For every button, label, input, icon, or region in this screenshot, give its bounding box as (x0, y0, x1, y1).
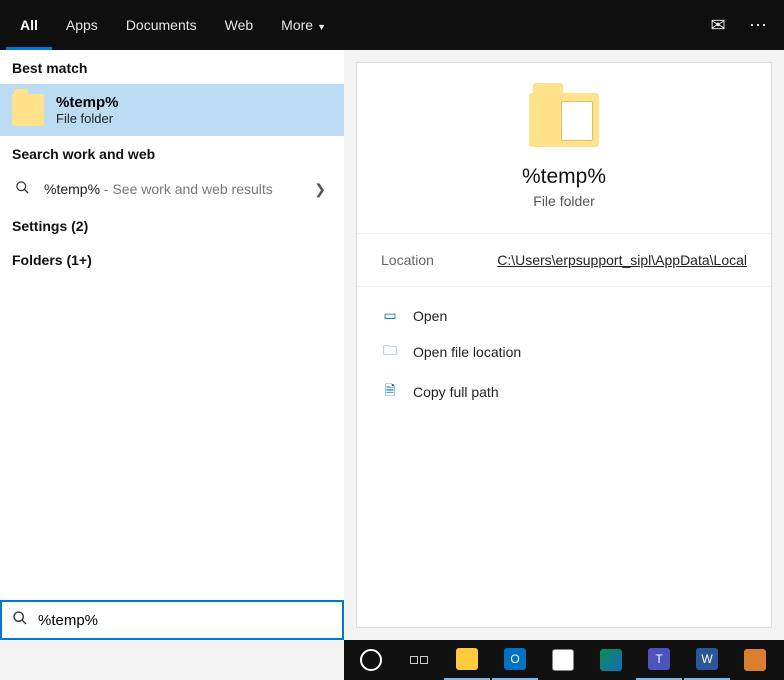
caret-down-icon: ▼ (317, 22, 326, 32)
taskbar-word[interactable]: W (684, 640, 730, 680)
search-results-area: Best match %temp% File folder Search wor… (0, 50, 784, 640)
location-label: Location (381, 252, 434, 268)
outlook-icon: O (504, 648, 526, 670)
best-match-result[interactable]: %temp% File folder (0, 84, 344, 136)
action-copy-path-label: Copy full path (413, 384, 499, 400)
search-box[interactable] (0, 600, 344, 640)
tab-more[interactable]: More ▼ (267, 0, 340, 50)
edge-icon (600, 649, 622, 671)
taskbar-outlook[interactable]: O (492, 640, 538, 680)
results-list: Best match %temp% File folder Search wor… (0, 50, 344, 640)
search-filter-tabs: All Apps Documents Web More ▼ ✉ ⋯ (0, 0, 784, 50)
action-open-file-location[interactable]: 🗀 Open file location (369, 332, 759, 372)
feedback-icon[interactable]: ✉ (698, 15, 738, 36)
chrome-icon: ◉ (552, 649, 574, 671)
best-match-title: %temp% (56, 94, 119, 111)
section-search-web: Search work and web (0, 136, 344, 170)
taskbar-app[interactable] (732, 640, 778, 680)
action-copy-full-path[interactable]: 🗎 Copy full path (369, 372, 759, 412)
location-value[interactable]: C:\Users\erpsupport_sipl\AppData\Local (497, 252, 747, 268)
more-options-icon[interactable]: ⋯ (738, 15, 778, 36)
preview-location-row: Location C:\Users\erpsupport_sipl\AppDat… (357, 233, 771, 286)
taskbar-file-explorer[interactable] (444, 640, 490, 680)
taskbar-chrome[interactable]: ◉ (540, 640, 586, 680)
cortana-icon (360, 649, 382, 671)
tab-apps[interactable]: Apps (52, 0, 112, 50)
preview-title: %temp% (357, 165, 771, 189)
section-folders[interactable]: Folders (1+) (0, 242, 344, 276)
section-best-match: Best match (0, 50, 344, 84)
preview-pane: %temp% File folder Location C:\Users\erp… (344, 50, 784, 640)
folder-large-icon (529, 93, 599, 147)
tab-more-label: More (281, 17, 313, 33)
app-icon (744, 649, 766, 671)
action-open-label: Open (413, 308, 447, 324)
best-match-subtitle: File folder (56, 111, 119, 126)
copy-icon: 🗎 (381, 380, 399, 404)
tab-web[interactable]: Web (211, 0, 268, 50)
taskbar: O ◉ T W (344, 640, 784, 680)
taskbar-teams[interactable]: T (636, 640, 682, 680)
chevron-right-icon: ❯ (314, 181, 332, 198)
search-icon (12, 610, 28, 630)
open-location-icon: 🗀 (381, 340, 399, 364)
web-search-result[interactable]: %temp% - See work and web results ❯ (0, 170, 344, 208)
section-settings[interactable]: Settings (2) (0, 208, 344, 242)
action-open[interactable]: ▭ Open (369, 299, 759, 332)
search-icon (12, 180, 32, 198)
taskbar-edge[interactable] (588, 640, 634, 680)
word-icon: W (696, 648, 718, 670)
tab-documents[interactable]: Documents (112, 0, 211, 50)
teams-icon: T (648, 648, 670, 670)
taskview-icon (410, 656, 428, 664)
action-open-loc-label: Open file location (413, 344, 521, 360)
preview-card: %temp% File folder Location C:\Users\erp… (356, 62, 772, 628)
web-result-query: %temp% (44, 181, 100, 197)
open-icon: ▭ (381, 307, 399, 324)
preview-actions: ▭ Open 🗀 Open file location 🗎 Copy full … (357, 286, 771, 424)
taskbar-cortana[interactable] (348, 640, 394, 680)
search-input[interactable] (38, 612, 332, 629)
taskbar-taskview[interactable] (396, 640, 442, 680)
file-explorer-icon (456, 648, 478, 670)
preview-subtitle: File folder (357, 193, 771, 209)
tab-all[interactable]: All (6, 0, 52, 50)
web-result-hint: - See work and web results (100, 181, 273, 197)
folder-icon (12, 94, 44, 126)
